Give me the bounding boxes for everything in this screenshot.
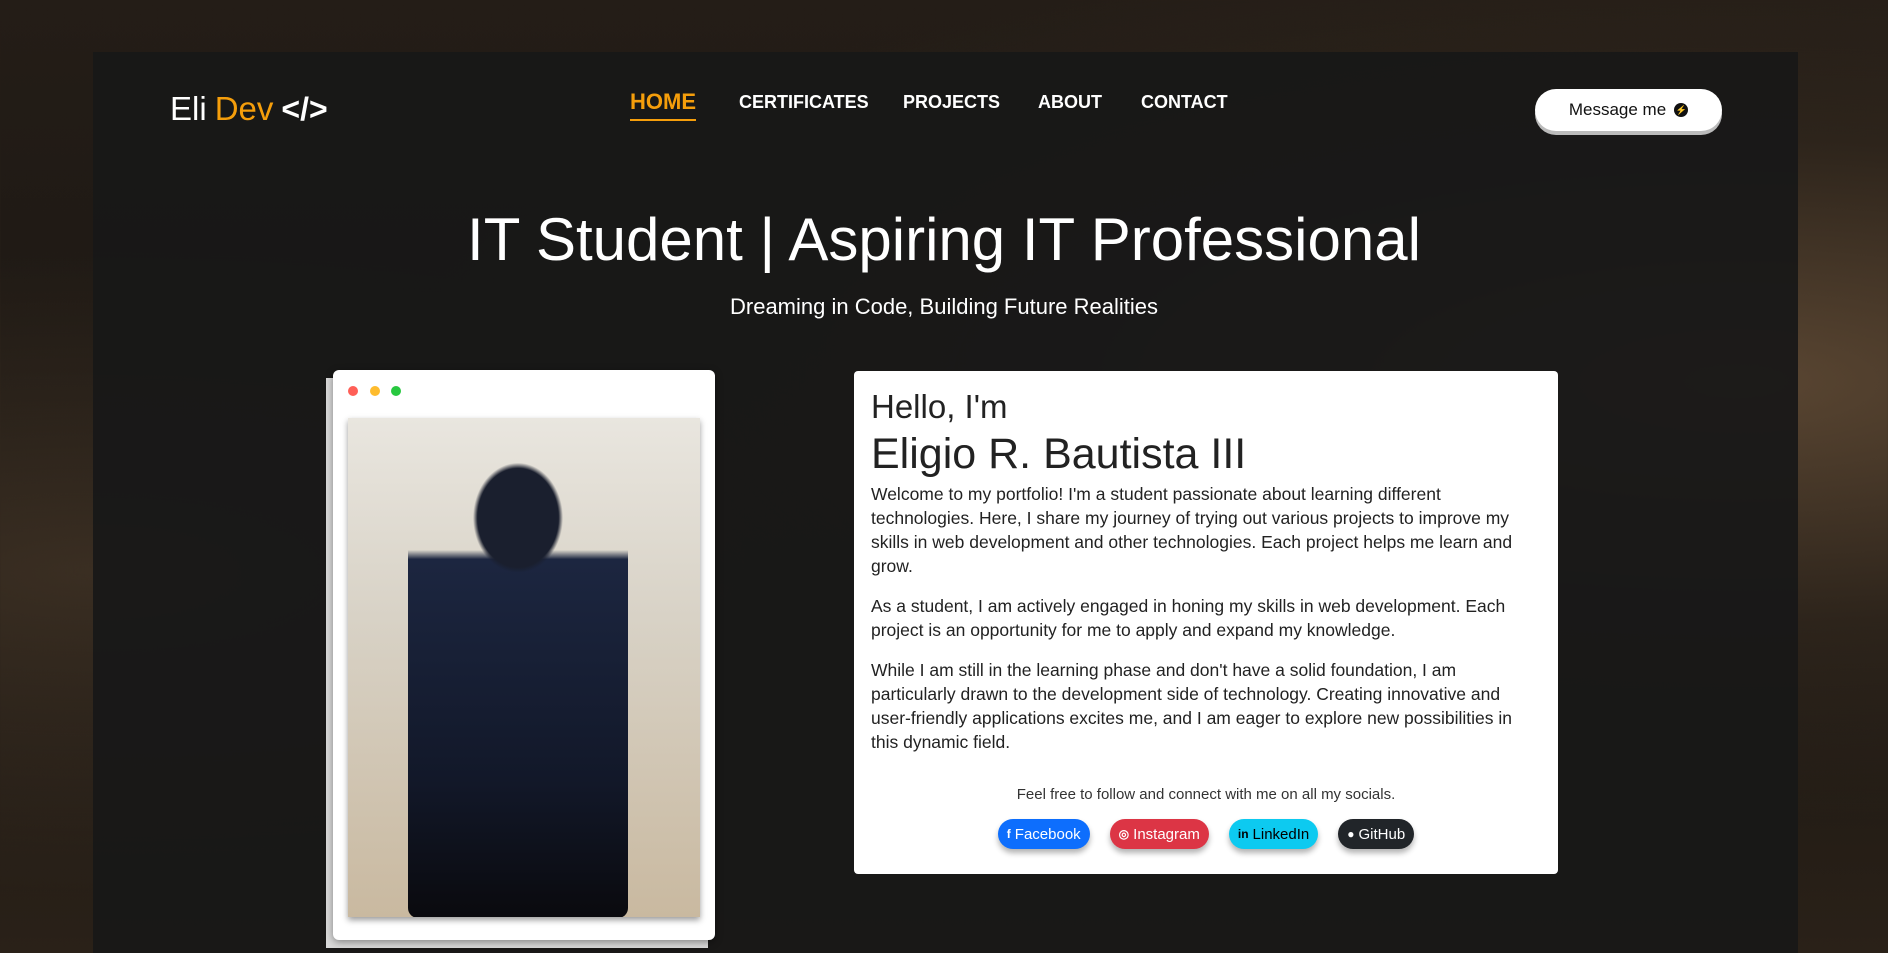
follow-text: Feel free to follow and connect with me …: [1016, 786, 1396, 803]
nav-certificates[interactable]: CERTIFICATES: [739, 92, 869, 113]
person-figure: [408, 458, 628, 917]
nav-about[interactable]: ABOUT: [1038, 92, 1102, 113]
intro-paragraph: Welcome to my portfolio! I'm a student p…: [871, 484, 1513, 577]
social-links: f Facebook ◎ Instagram in LinkedIn ● GitHub: [854, 819, 1558, 849]
code-icon: </>: [281, 90, 328, 127]
linkedin-button[interactable]: in LinkedIn: [1228, 819, 1319, 849]
logo-second: Dev: [214, 90, 274, 127]
nav-projects[interactable]: PROJECTS: [903, 92, 1000, 113]
window-dot-red: [348, 386, 358, 396]
window-dot-green: [391, 386, 401, 396]
message-me-label: Message me: [1568, 100, 1667, 119]
linkedin-icon: in: [1237, 827, 1249, 841]
nav-home[interactable]: HOME: [630, 89, 696, 121]
facebook-button[interactable]: f Facebook: [997, 819, 1090, 849]
instagram-label: Instagram: [1133, 825, 1200, 843]
hero-subtitle: Dreaming in Code, Building Future Realit…: [730, 294, 1158, 319]
message-me-button[interactable]: Message me ⚡: [1535, 89, 1722, 131]
facebook-icon: f: [1006, 827, 1011, 841]
linkedin-label: LinkedIn: [1252, 825, 1310, 843]
hero-title: IT Student | Aspiring IT Professional: [467, 206, 1421, 273]
window-dot-yellow: [370, 386, 380, 396]
nav-contact[interactable]: CONTACT: [1141, 92, 1228, 113]
github-icon: ●: [1347, 827, 1355, 841]
intro-paragraph: As a student, I am actively engaged in h…: [871, 596, 1506, 641]
profile-photo: [348, 418, 700, 917]
facebook-label: Facebook: [1014, 825, 1081, 843]
intro-paragraph: While I am still in the learning phase a…: [871, 660, 1513, 753]
intro-card: Hello, I'm Eligio R. Bautista III Welcom…: [854, 371, 1558, 874]
instagram-icon: ◎: [1118, 827, 1130, 841]
intro-hello: Hello, I'm: [871, 388, 1008, 425]
intro-name: Eligio R. Bautista III: [871, 429, 1247, 478]
messenger-icon: ⚡: [1674, 103, 1689, 117]
github-button[interactable]: ● GitHub: [1338, 819, 1415, 849]
logo[interactable]: Eli Dev </>: [170, 90, 328, 128]
logo-first: Eli: [170, 90, 207, 127]
instagram-button[interactable]: ◎ Instagram: [1109, 819, 1209, 849]
github-label: GitHub: [1358, 825, 1406, 843]
